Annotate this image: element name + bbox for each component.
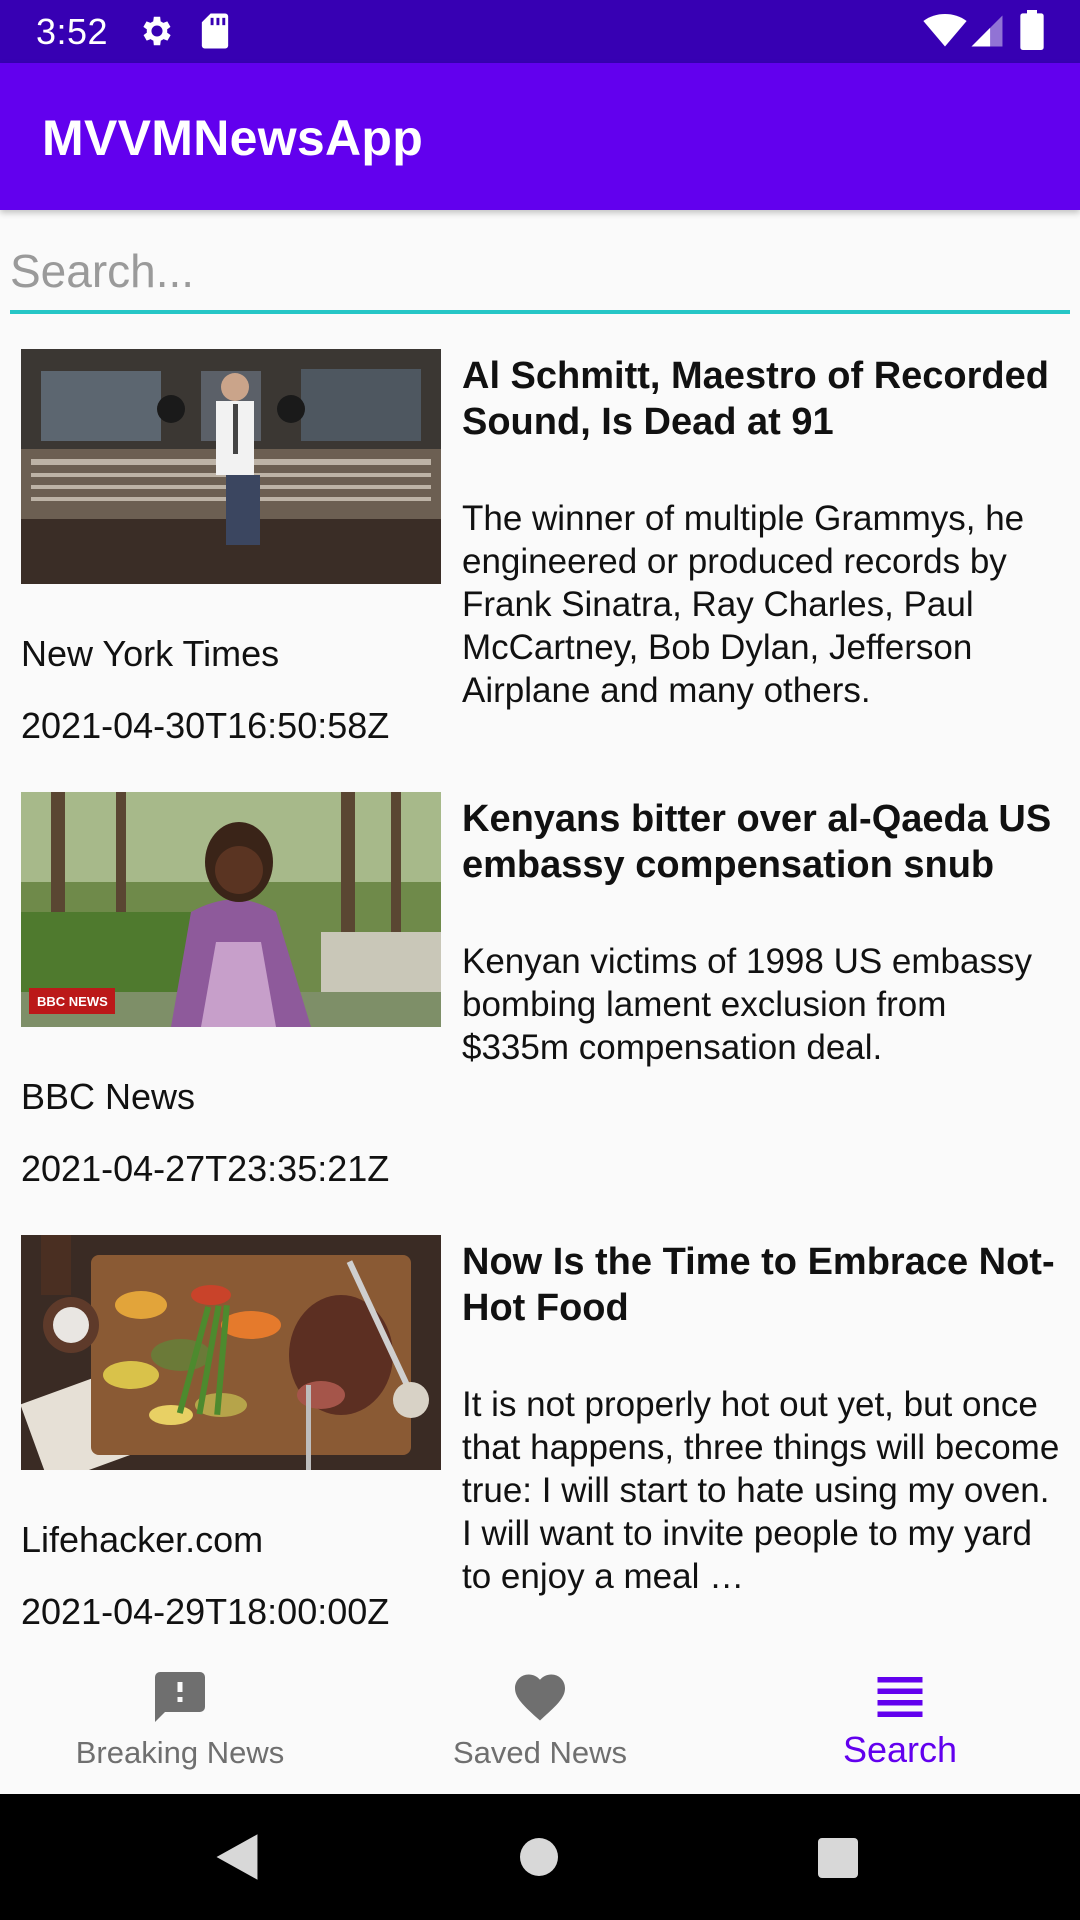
- home-icon[interactable]: [520, 1838, 558, 1876]
- article-description: It is not properly hot out yet, but once…: [462, 1385, 1060, 1596]
- status-bar: 3:52: [0, 0, 1080, 63]
- nav-saved-news[interactable]: Saved News: [360, 1645, 720, 1794]
- article-title: Now Is the Time to Embrace Not-Hot Food: [462, 1241, 1055, 1329]
- article-source: Lifehacker.com: [21, 1519, 264, 1560]
- nav-label: Search: [842, 1729, 958, 1770]
- article-source: BBC News: [21, 1076, 196, 1117]
- app-bar: MVVMNewsApp: [0, 63, 1080, 210]
- list-lines-icon: [877, 1677, 923, 1717]
- battery-icon: [1020, 10, 1044, 50]
- article-date: 2021-04-29T18:00:00Z: [21, 1591, 390, 1632]
- article-source: New York Times: [21, 633, 280, 674]
- app-title: MVVMNewsApp: [42, 110, 424, 166]
- nav-search[interactable]: Search: [720, 1645, 1080, 1794]
- nav-breaking-news[interactable]: Breaking News: [0, 1645, 360, 1794]
- recents-icon[interactable]: [818, 1838, 858, 1878]
- nav-label: Saved News: [452, 1735, 628, 1770]
- nav-label: Breaking News: [75, 1735, 285, 1770]
- bottom-navigation: Breaking News Saved News Search: [0, 1645, 1080, 1794]
- article-description: Kenyan victims of 1998 US embassy bombin…: [462, 942, 1032, 1067]
- search-field[interactable]: [10, 236, 1070, 314]
- article-image: [21, 349, 441, 584]
- sd-card-icon: [201, 13, 229, 49]
- wifi-icon: [923, 14, 967, 47]
- bbc-news-watermark: BBC NEWS: [37, 994, 108, 1009]
- article-title: Kenyans bitter over al-Qaeda US embassy …: [462, 798, 1052, 886]
- signal-icon: [971, 15, 1003, 47]
- status-time: 3:52: [36, 11, 109, 52]
- article-title: Al Schmitt, Maestro of Recorded Sound, I…: [462, 355, 1049, 443]
- back-icon[interactable]: [214, 1832, 260, 1882]
- article-item[interactable]: BBC NEWS Kenyans bitter over al-Qaeda US…: [0, 792, 1080, 1232]
- article-item[interactable]: Al Schmitt, Maestro of Recorded Sound, I…: [0, 349, 1080, 789]
- heart-icon: [515, 1674, 565, 1721]
- search-input[interactable]: [10, 236, 1070, 306]
- alert-message-icon: [155, 1672, 205, 1722]
- article-image: [21, 1235, 441, 1470]
- article-description: The winner of multiple Grammys, he engin…: [462, 499, 1025, 710]
- article-date: 2021-04-30T16:50:58Z: [21, 705, 390, 746]
- gear-icon: [143, 16, 171, 46]
- article-image: BBC NEWS: [21, 792, 441, 1027]
- article-item[interactable]: Now Is the Time to Embrace Not-Hot Food …: [0, 1235, 1080, 1675]
- article-date: 2021-04-27T23:35:21Z: [21, 1148, 390, 1189]
- system-navigation-bar: [0, 1794, 1080, 1920]
